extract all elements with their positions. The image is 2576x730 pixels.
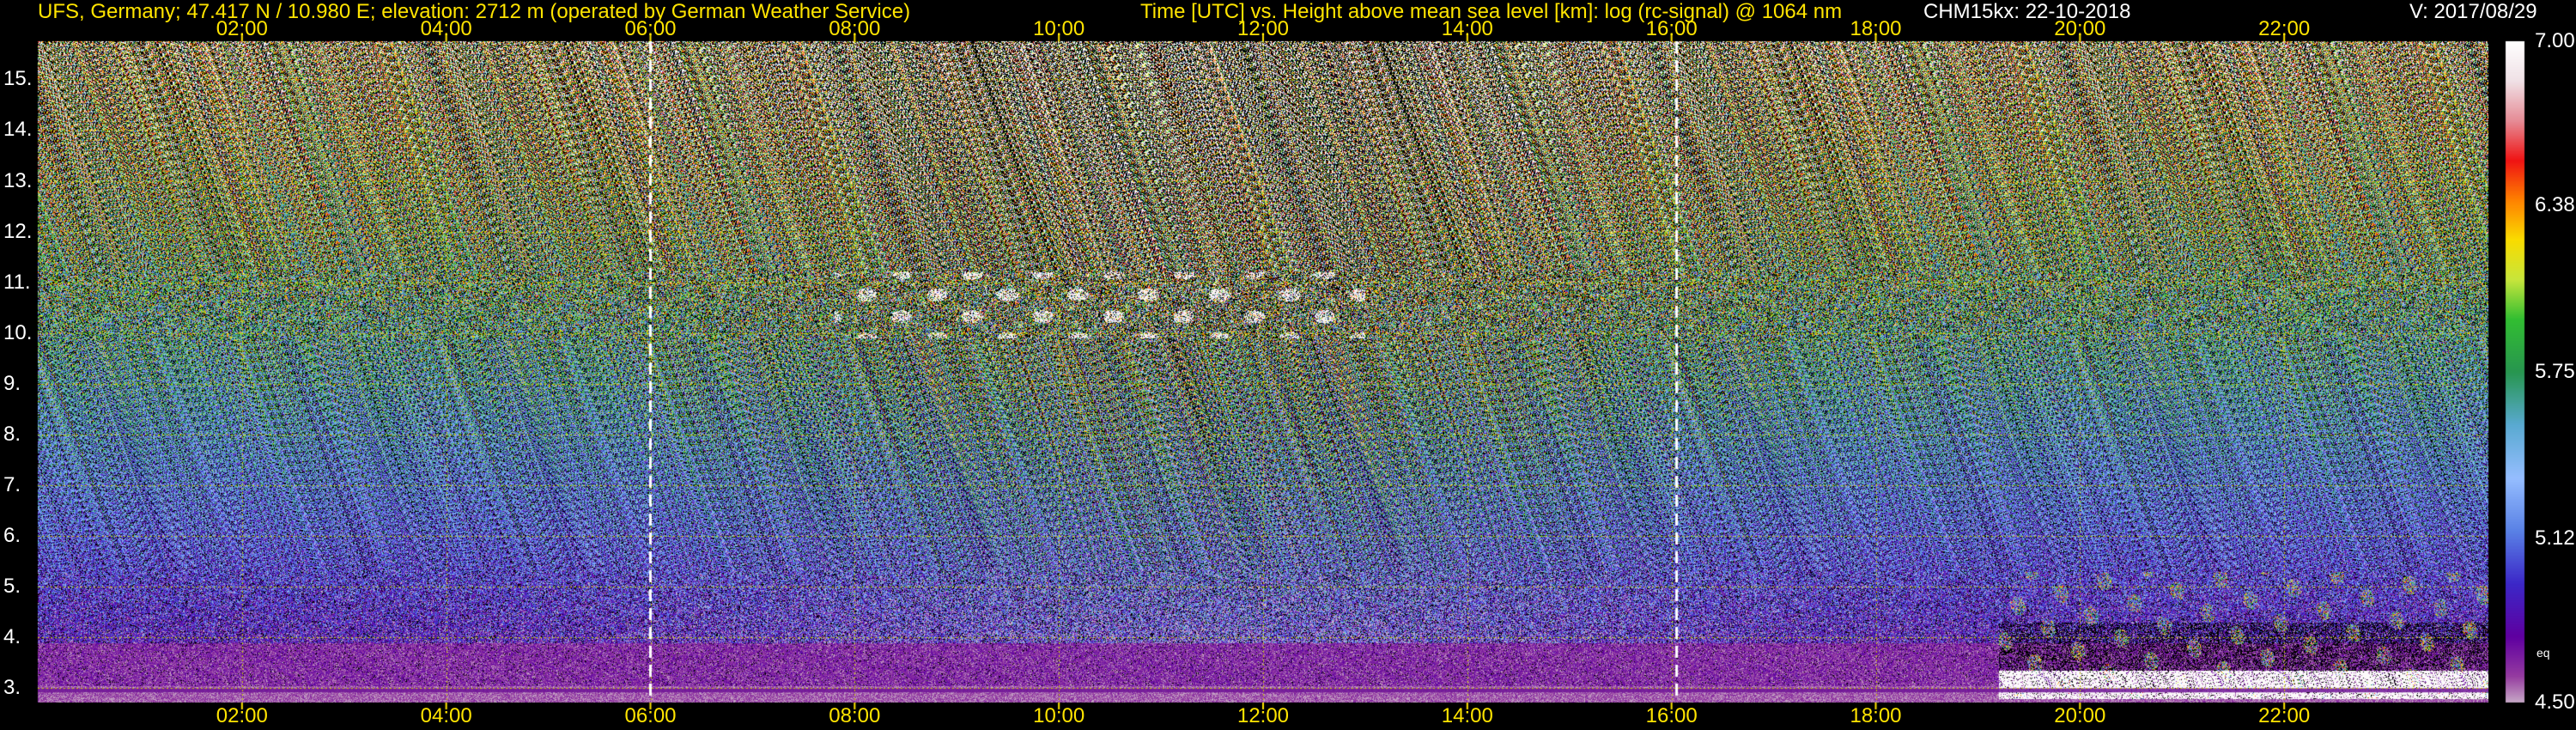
colorbar-tick-label: 5.75 xyxy=(2535,360,2575,383)
y-tick-label: 5. xyxy=(3,575,21,599)
x-tick-label-bottom: 16:00 xyxy=(1645,704,1698,727)
colorbar-tick-label: 6.38 xyxy=(2535,192,2575,216)
y-tick-label: 13. xyxy=(3,168,33,192)
colorbar-tick-label: 7.00 xyxy=(2535,29,2575,52)
x-tick-label-bottom: 04:00 xyxy=(420,704,472,727)
x-tick-label-top: 02:00 xyxy=(216,17,268,40)
y-tick-label: 9. xyxy=(3,371,21,395)
x-tick-label-top: 14:00 xyxy=(1441,17,1493,40)
y-tick-label: 4. xyxy=(3,625,21,649)
x-tick-label-bottom: 08:00 xyxy=(829,704,881,727)
x-tick-label-top: 04:00 xyxy=(420,17,472,40)
x-tick-label-top: 18:00 xyxy=(1850,17,1902,40)
colorbar-tick-label: 5.12 xyxy=(2535,526,2575,551)
x-tick-label-bottom: 02:00 xyxy=(216,704,268,727)
y-tick-label: 12. xyxy=(3,219,33,243)
y-tick-label: 10. xyxy=(3,320,33,344)
y-tick-label: 6. xyxy=(3,524,21,548)
x-tick-label-bottom: 06:00 xyxy=(624,704,677,727)
x-tick-label-top: 10:00 xyxy=(1033,17,1085,40)
y-tick-label: 3. xyxy=(3,676,21,700)
x-tick-label-bottom: 10:00 xyxy=(1033,704,1085,727)
x-tick-label-top: 22:00 xyxy=(2258,17,2311,40)
ceilometer-heatmap xyxy=(0,0,2576,730)
y-tick-label: 15. xyxy=(3,67,33,91)
y-tick-label: 14. xyxy=(3,118,33,142)
x-tick-label-top: 08:00 xyxy=(829,17,881,40)
y-tick-label: 11. xyxy=(3,270,31,294)
x-tick-label-top: 16:00 xyxy=(1645,17,1698,40)
x-tick-label-top: 12:00 xyxy=(1236,17,1290,40)
x-tick-label-bottom: 12:00 xyxy=(1236,704,1290,727)
version-label: V: 2017/08/29 xyxy=(2409,0,2537,23)
colorbar-tick-label: 4.50 xyxy=(2535,690,2575,714)
x-tick-label-top: 06:00 xyxy=(624,17,677,40)
colorbar-unit-label: eq xyxy=(2537,646,2550,660)
site-title: UFS, Germany; 47.417 N / 10.980 E; eleva… xyxy=(38,0,911,23)
x-tick-label-bottom: 20:00 xyxy=(2054,704,2106,727)
y-tick-label: 8. xyxy=(3,422,21,446)
x-tick-label-bottom: 18:00 xyxy=(1850,704,1902,727)
x-tick-label-bottom: 22:00 xyxy=(2258,704,2311,727)
x-tick-label-top: 20:00 xyxy=(2054,17,2106,40)
y-tick-label: 7. xyxy=(3,473,21,497)
x-tick-label-bottom: 14:00 xyxy=(1441,704,1493,727)
